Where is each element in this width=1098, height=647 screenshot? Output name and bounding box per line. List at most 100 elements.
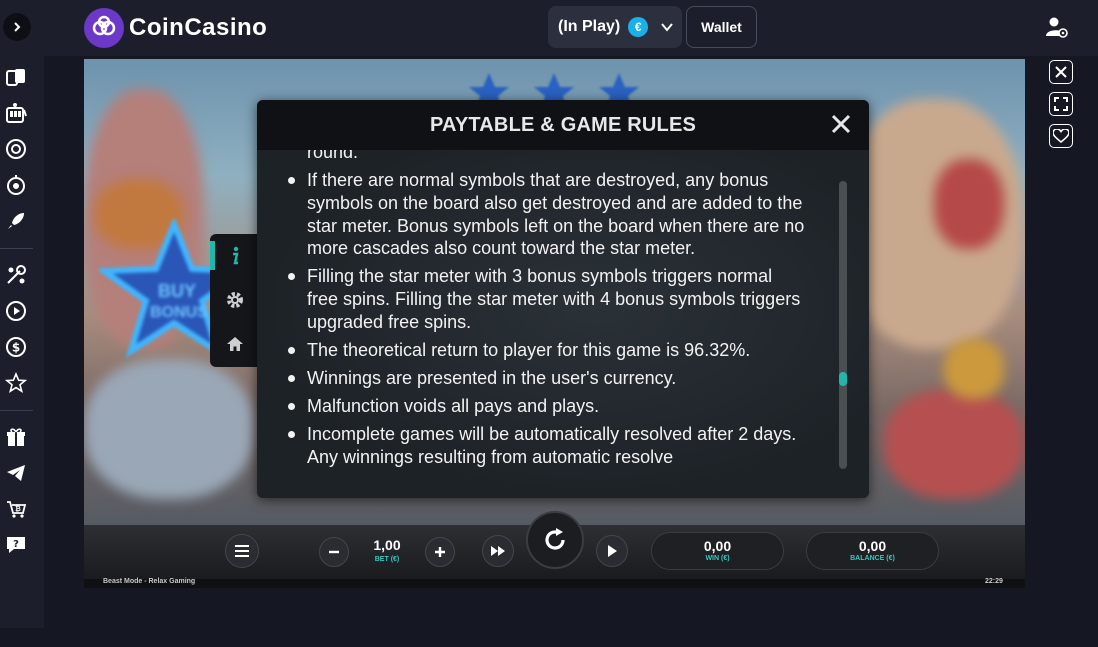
gift-icon [7,428,25,446]
sidebar-item-favorites[interactable] [4,371,28,395]
bitcoin-cart-icon: ₿ [7,501,27,518]
hamburger-menu-icon [235,545,249,557]
left-sidebar: $ ₿ ? [0,0,44,628]
rule-item: Filling the star meter with 3 bonus symb… [285,265,805,333]
settings-tab[interactable] [210,278,260,322]
top-header: CoinCasino (In Play) € Wallet [44,0,1098,56]
sidebar-item-cards[interactable] [4,65,28,89]
game-side-controls [1025,56,1098,628]
help-chat-icon: ? [7,537,25,553]
sidebar-item-live[interactable] [4,299,28,323]
sidebar-item-buy-crypto[interactable]: ₿ [4,497,28,521]
dialog-header: PAYTABLE & GAME RULES [257,100,869,150]
dialog-close-button[interactable] [829,112,853,136]
logo-text: CoinCasino [129,14,268,41]
decrease-bet-button[interactable] [319,537,349,567]
dialog-title: PAYTABLE & GAME RULES [429,113,697,136]
home-icon [227,337,243,351]
wallet-button[interactable]: Wallet [686,6,757,48]
sidebar-item-support[interactable]: ? [4,533,28,557]
in-play-balance-dropdown[interactable]: (In Play) € [548,6,682,48]
minus-icon [329,550,339,554]
sports-icon [7,265,26,284]
spin-button[interactable] [526,511,584,569]
game-rules-menu [210,234,260,367]
svg-text:BUY: BUY [158,281,196,301]
svg-text:BONUS: BONUS [150,304,208,321]
casino-chip-icon [6,139,26,159]
sidebar-item-rewards[interactable] [4,425,28,449]
fullscreen-button[interactable] [1049,92,1073,116]
close-game-button[interactable] [1049,60,1073,84]
play-circle-icon [6,301,26,321]
svg-text:$: $ [12,341,20,355]
sidebar-item-live-casino[interactable] [4,137,28,161]
star-icon [5,372,27,393]
home-tab[interactable] [210,322,260,366]
win-value: 0,00 [703,538,732,554]
scene-sign-right [934,159,1004,249]
heart-icon [1053,129,1069,143]
active-tab-indicator [210,241,215,270]
sidebar-item-roulette[interactable] [4,173,28,197]
close-icon [831,114,851,134]
scrollbar-track[interactable] [839,181,847,469]
sidebar-item-telegram[interactable] [4,461,28,485]
info-icon [233,246,239,265]
user-gear-icon [1046,17,1068,38]
sidebar-item-promotions[interactable]: $ [4,335,28,359]
cards-icon [6,69,25,86]
spin-refresh-icon [545,528,565,550]
rule-item: Incomplete games will be automatically r… [285,423,805,469]
close-icon [1055,66,1067,78]
rules-list: round. If there are normal symbols that … [285,150,805,474]
logo[interactable]: CoinCasino [84,8,267,48]
sidebar-item-crash[interactable] [4,209,28,233]
win-label: WIN (€) [705,555,730,562]
chevron-down-icon [661,23,674,32]
balance-display: 0,00 BALANCE (€) [806,532,939,570]
game-menu-button[interactable] [225,534,259,568]
logo-mark-icon [84,8,124,48]
bet-value: 1,00 [373,537,401,553]
game-control-bar: 1,00 BET (€) 0,00 WIN (€) 0,00 BALANCE (… [84,511,1025,579]
rules-scroll-area[interactable]: round. If there are normal symbols that … [257,150,869,498]
gear-icon [227,292,243,308]
info-tab[interactable] [210,234,260,278]
plus-icon [435,547,445,557]
rocket-icon [8,213,24,229]
expand-sidebar-button[interactable] [3,13,31,41]
sidebar-divider [0,248,33,249]
turbo-button[interactable] [482,535,514,567]
telegram-icon [7,465,25,481]
bet-display: 1,00 BET (€) [362,537,412,563]
user-settings-button[interactable] [1044,14,1070,40]
chevron-right-icon [14,22,21,32]
svg-text:?: ? [13,539,19,550]
game-frame[interactable]: BUY BONUS PAYTABLE & GAME RULES round. I… [84,59,1025,588]
bet-label: BET (€) [374,556,400,563]
scene-character-right [944,339,1004,399]
game-clock: 22:29 [985,578,1003,585]
rule-item: round. [307,150,359,162]
slot-machine-icon [6,103,27,123]
play-icon [608,545,617,557]
win-display: 0,00 WIN (€) [651,532,784,570]
paytable-rules-dialog: PAYTABLE & GAME RULES round. If there ar… [257,100,869,498]
autoplay-button[interactable] [596,535,628,567]
sidebar-item-slots[interactable] [4,101,28,125]
dollar-coin-icon: $ [6,337,26,357]
balance-label: BALANCE (€) [850,555,895,562]
sidebar-item-sports[interactable] [4,263,28,287]
roulette-icon [7,175,25,195]
increase-bet-button[interactable] [425,537,455,567]
rule-item: Winnings are presented in the user's cur… [285,367,805,390]
scene-car-left [84,359,254,499]
favorite-game-button[interactable] [1049,124,1073,148]
rule-item: The theoretical return to player for thi… [285,339,805,362]
fullscreen-icon [1054,97,1068,111]
scrollbar-thumb[interactable] [839,372,847,386]
rule-item: If there are normal symbols that are des… [285,169,805,260]
sidebar-divider [0,410,33,411]
game-provider-label: Beast Mode - Relax Gaming [103,578,196,585]
